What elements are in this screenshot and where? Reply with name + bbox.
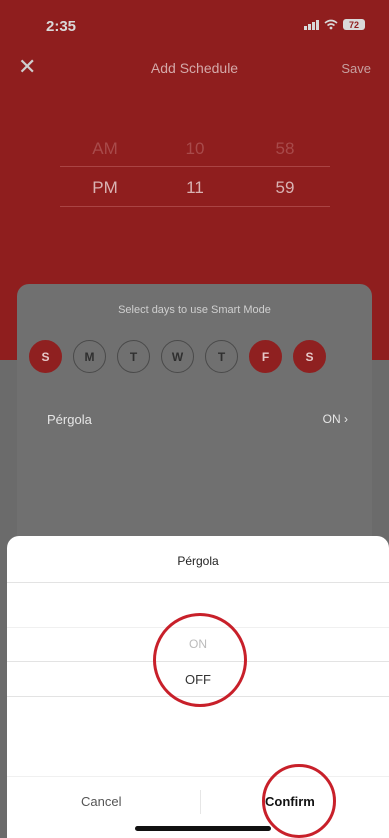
divider [7,776,389,777]
chevron-right-icon: › [344,412,348,426]
picker-minute[interactable]: 58 [240,139,330,159]
sheet-title: Pérgola [177,554,219,568]
save-button[interactable]: Save [341,61,371,76]
picker-hour-selected[interactable]: 11 [150,178,240,198]
days-subtitle: Select days to use Smart Mode [118,304,271,316]
page-title: Add Schedule [150,60,239,76]
status-bar: 2:35 72 [0,0,389,44]
day-thursday[interactable]: T [205,340,238,373]
day-saturday[interactable]: S [293,340,326,373]
cancel-button[interactable]: Cancel [81,794,121,809]
nav-bar: ✕ Add Schedule Save [0,52,389,88]
picker-ampm-selected[interactable]: PM [60,178,150,198]
day-wednesday[interactable]: W [161,340,194,373]
pergola-label: Pérgola [47,412,92,427]
day-monday[interactable]: M [73,340,106,373]
time-picker-row-prev[interactable]: AM 10 58 [60,127,330,171]
signal-icon [304,19,319,30]
battery-icon: 72 [343,19,365,30]
day-tuesday[interactable]: T [117,340,150,373]
pergola-value: ON › [322,412,348,426]
button-divider [200,790,201,814]
picker-divider [60,206,330,207]
wifi-icon [324,19,338,30]
smart-mode-card: Select days to use Smart Mode S M T W T … [17,284,372,574]
divider [7,582,389,583]
picker-minute-selected[interactable]: 59 [240,178,330,198]
annotation-circle-confirm [262,764,336,838]
pergola-row[interactable]: Pérgola ON › [47,412,348,427]
status-time: 2:35 [46,18,77,35]
day-friday[interactable]: F [249,340,282,373]
picker-ampm[interactable]: AM [60,139,150,159]
day-selector: S M T W T F S [29,340,326,373]
picker-hour[interactable]: 10 [150,139,240,159]
home-indicator [135,826,271,831]
time-picker-row-selected[interactable]: PM 11 59 [60,166,330,210]
status-icons: 72 [304,19,365,30]
annotation-circle-option [153,613,247,707]
day-sunday[interactable]: S [29,340,62,373]
